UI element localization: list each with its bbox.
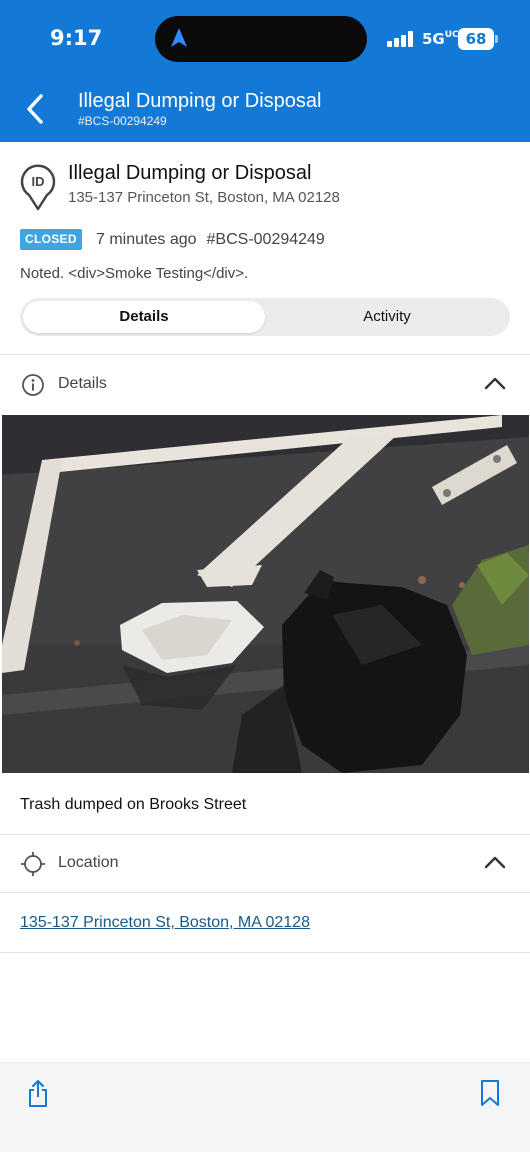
case-id: #BCS-00294249 — [206, 231, 325, 248]
bottom-toolbar — [0, 1062, 530, 1152]
case-title: Illegal Dumping or Disposal — [68, 162, 312, 184]
details-section-header[interactable]: Details — [0, 356, 530, 414]
chevron-up-icon[interactable] — [484, 855, 506, 869]
info-icon — [22, 374, 44, 396]
location-section-header[interactable]: Location — [0, 835, 530, 893]
status-time: 9:17 — [50, 26, 103, 50]
map-pin-icon: ID — [20, 164, 56, 211]
battery-indicator: 68 — [458, 28, 494, 50]
details-section-label: Details — [58, 375, 107, 392]
location-address-link[interactable]: 135-137 Princeton St, Boston, MA 02128 — [20, 914, 310, 932]
share-icon[interactable] — [26, 1079, 50, 1109]
network-label: 5GUC — [422, 30, 459, 48]
page: 9:17 5GUC 68 Illegal Dumping or Disposal… — [0, 0, 530, 1152]
dynamic-island — [155, 16, 367, 62]
tab-activity[interactable]: Activity — [266, 301, 508, 333]
back-chevron-icon[interactable] — [22, 92, 48, 126]
divider — [0, 952, 530, 953]
status-bar: 9:17 5GUC 68 — [0, 14, 530, 64]
nav-title: Illegal Dumping or Disposal — [78, 90, 322, 112]
divider — [0, 892, 530, 893]
photo-caption: Trash dumped on Brooks Street — [20, 796, 247, 813]
location-section-label: Location — [58, 854, 119, 871]
trash-bags-photo[interactable] — [2, 415, 529, 773]
bookmark-icon[interactable] — [480, 1079, 500, 1107]
navigation-arrow-icon — [171, 28, 187, 47]
nav-subtitle: #BCS-00294249 — [78, 114, 167, 128]
battery-tip — [495, 35, 498, 43]
case-age: 7 minutes ago — [96, 231, 197, 248]
app-header: 9:17 5GUC 68 Illegal Dumping or Disposal… — [0, 0, 530, 142]
case-address: 135-137 Princeton St, Boston, MA 02128 — [68, 189, 340, 206]
chevron-up-icon[interactable] — [484, 376, 506, 390]
tab-bar: Details Activity — [20, 298, 510, 336]
pin-label: ID — [32, 174, 45, 189]
case-meta: 7 minutes ago #BCS-00294249 — [96, 231, 335, 249]
photo-illustration — [2, 415, 529, 773]
signal-icon — [387, 31, 415, 47]
tab-details[interactable]: Details — [23, 301, 265, 333]
case-note: Noted. <div>Smoke Testing</div>. — [20, 265, 249, 282]
divider — [0, 354, 530, 355]
status-badge: CLOSED — [20, 229, 82, 250]
crosshair-icon — [21, 852, 45, 876]
